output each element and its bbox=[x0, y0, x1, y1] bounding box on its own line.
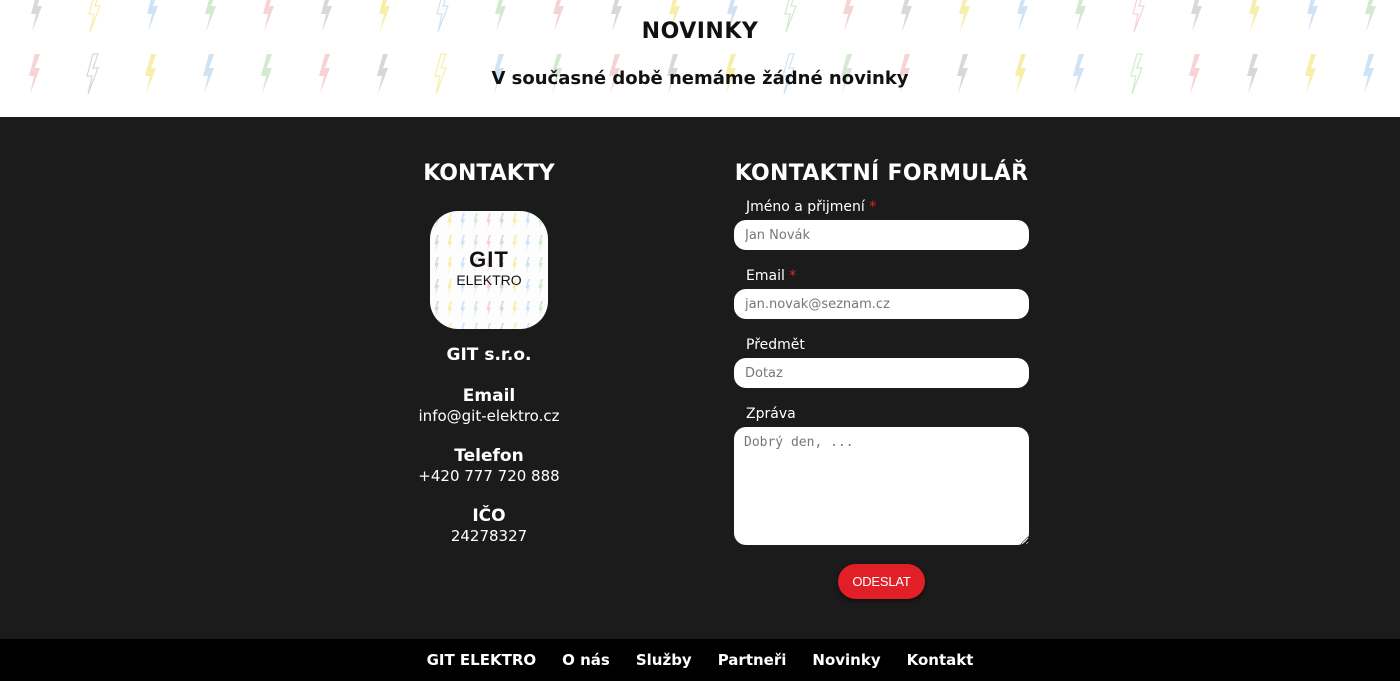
footer-link-sluzby[interactable]: Služby bbox=[636, 651, 692, 669]
lightning-bolt-icon bbox=[538, 301, 544, 318]
lightning-bolt-icon bbox=[460, 301, 466, 318]
ico-label: IČO bbox=[472, 506, 506, 526]
required-mark: * bbox=[789, 268, 797, 284]
lightning-bolt-icon bbox=[487, 323, 492, 329]
lightning-bolt-icon bbox=[434, 301, 440, 318]
footer-link-git-elektro[interactable]: GIT ELEKTRO bbox=[427, 651, 537, 669]
phone-info: Telefon +420 777 720 888 bbox=[389, 446, 589, 486]
lightning-bolt-icon bbox=[460, 213, 466, 230]
news-section: NOVINKY V současné době nemáme žádné nov… bbox=[0, 0, 1400, 117]
lightning-bolt-icon bbox=[539, 323, 544, 329]
subject-field-label: Předmět bbox=[746, 337, 805, 353]
lightning-bolt-icon bbox=[538, 213, 544, 230]
lightning-bolt-icon bbox=[526, 323, 531, 329]
footer-link-o-nas[interactable]: O nás bbox=[562, 651, 610, 669]
lightning-bolt-icon bbox=[486, 301, 492, 318]
lightning-bolt-icon bbox=[500, 323, 505, 329]
lightning-bolt-icon bbox=[525, 213, 531, 230]
email-value[interactable]: info@git-elektro.cz bbox=[389, 406, 589, 426]
email-input[interactable] bbox=[734, 289, 1029, 319]
company-logo: GIT ELEKTRO bbox=[430, 211, 548, 329]
phone-label: Telefon bbox=[454, 446, 524, 466]
lightning-bolt-icon bbox=[473, 301, 479, 318]
name-input[interactable] bbox=[734, 220, 1029, 250]
contacts-column: KONTAKTY GIT ELEKTRO GIT s.r.o. Email in… bbox=[389, 117, 589, 546]
subject-input[interactable] bbox=[734, 358, 1029, 388]
lightning-bolt-icon bbox=[461, 323, 466, 329]
lightning-bolt-icon bbox=[512, 301, 518, 318]
lightning-bolt-icon bbox=[448, 323, 453, 329]
lightning-bolt-icon bbox=[474, 323, 479, 329]
news-empty-message: V současné době nemáme žádné novinky bbox=[491, 68, 909, 89]
contact-section: KONTAKTY GIT ELEKTRO GIT s.r.o. Email in… bbox=[0, 117, 1400, 639]
footer-nav: GIT ELEKTRO O nás Služby Partneři Novink… bbox=[0, 639, 1400, 681]
email-field-label: Email * bbox=[734, 267, 1029, 285]
email-field-label-text: Email bbox=[746, 268, 785, 284]
contacts-title: KONTAKTY bbox=[423, 161, 555, 186]
lightning-bolt-icon bbox=[434, 213, 440, 230]
message-textarea[interactable] bbox=[734, 427, 1029, 545]
lightning-bolt-icon bbox=[499, 301, 505, 318]
logo-text-elektro: ELEKTRO bbox=[456, 272, 522, 288]
lightning-bolt-icon bbox=[447, 301, 453, 318]
lightning-bolt-icon bbox=[513, 323, 518, 329]
ico-value: 24278327 bbox=[450, 527, 528, 545]
email-label: Email bbox=[462, 386, 516, 406]
lightning-bolt-icon bbox=[512, 213, 518, 230]
footer-link-kontakt[interactable]: Kontakt bbox=[907, 651, 974, 669]
lightning-bolt-icon bbox=[447, 213, 453, 230]
name-label-text: Jméno a přijmení bbox=[746, 199, 865, 215]
ico-info: IČO 24278327 bbox=[389, 506, 589, 546]
news-title: NOVINKY bbox=[641, 19, 759, 44]
contact-form: KONTAKTNÍ FORMULÁŘ Jméno a přijmení * Em… bbox=[734, 117, 1029, 599]
company-name: GIT s.r.o. bbox=[446, 345, 532, 365]
phone-value[interactable]: +420 777 720 888 bbox=[389, 466, 589, 486]
logo-text-git: GIT bbox=[469, 247, 509, 272]
name-field-label: Jméno a přijmení * bbox=[734, 198, 1029, 216]
form-title: KONTAKTNÍ FORMULÁŘ bbox=[734, 161, 1029, 186]
lightning-bolt-icon bbox=[525, 301, 531, 318]
lightning-bolt-icon bbox=[473, 213, 479, 230]
footer-link-partneri[interactable]: Partneři bbox=[718, 651, 787, 669]
lightning-bolt-icon bbox=[499, 213, 505, 230]
required-mark: * bbox=[869, 199, 877, 215]
footer-link-novinky[interactable]: Novinky bbox=[812, 651, 880, 669]
lightning-bolt-icon bbox=[486, 213, 492, 230]
lightning-bolt-icon bbox=[435, 323, 440, 329]
email-info: Email info@git-elektro.cz bbox=[389, 386, 589, 426]
submit-button[interactable]: ODESLAT bbox=[838, 564, 925, 599]
message-field-label: Zpráva bbox=[746, 406, 796, 422]
